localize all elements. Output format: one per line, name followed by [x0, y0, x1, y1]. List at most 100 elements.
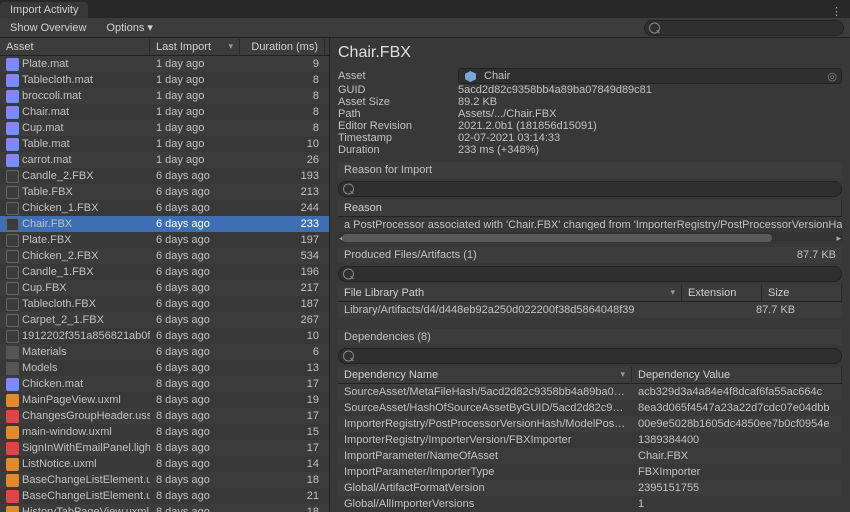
col-last-import[interactable]: Last Import: [150, 39, 240, 55]
dependency-row[interactable]: ImportParameter/NameOfAssetChair.FBX: [338, 448, 842, 464]
fbx-icon: [6, 298, 19, 311]
asset-row[interactable]: ListNotice.uxml8 days ago14: [0, 456, 329, 472]
asset-row[interactable]: Table.mat1 day ago10: [0, 136, 329, 152]
reason-col[interactable]: Reason: [338, 200, 842, 216]
asset-name: main-window.uxml: [22, 426, 112, 438]
show-overview-button[interactable]: Show Overview: [0, 19, 96, 37]
size-label: Asset Size: [338, 96, 458, 108]
dependency-row[interactable]: ImporterRegistry/ImporterVersion/FBXImpo…: [338, 432, 842, 448]
dependency-row[interactable]: ImporterRegistry/PostProcessorVersionHas…: [338, 416, 842, 432]
mat-icon: [6, 378, 19, 391]
asset-row[interactable]: MainPageView.uxml8 days ago19: [0, 392, 329, 408]
reason-search-input[interactable]: [338, 181, 842, 197]
dep-name: ImporterRegistry/PostProcessorVersionHas…: [338, 418, 632, 430]
produced-col-path[interactable]: File Library Path: [338, 285, 682, 301]
asset-row[interactable]: main-window.uxml8 days ago15: [0, 424, 329, 440]
asset-row[interactable]: Cup.FBX6 days ago217: [0, 280, 329, 296]
dependency-row[interactable]: Global/ArtifactFormatVersion2395151755: [338, 480, 842, 496]
dur-label: Duration: [338, 144, 458, 156]
uxml-icon: [6, 426, 19, 439]
reason-hscroll[interactable]: ◂▸: [338, 232, 842, 241]
deps-header: Dependencies (8): [338, 329, 842, 345]
dependency-row[interactable]: Global/AllImporterVersions1: [338, 496, 842, 512]
asset-row[interactable]: carrot.mat1 day ago26: [0, 152, 329, 168]
dependency-row[interactable]: ImportParameter/ImporterTypeFBXImporter: [338, 464, 842, 480]
fbx-icon: [6, 186, 19, 199]
asset-row[interactable]: 1912202f351a856821ab0fec586 days ago10: [0, 328, 329, 344]
asset-row[interactable]: Table.FBX6 days ago213: [0, 184, 329, 200]
asset-row[interactable]: Plate.mat1 day ago9: [0, 56, 329, 72]
produced-col-size[interactable]: Size: [762, 285, 842, 301]
reason-search[interactable]: [338, 181, 842, 197]
reason-text[interactable]: a PostProcessor associated with 'Chair.F…: [338, 217, 842, 230]
asset-name: ChangesGroupHeader.uss: [22, 410, 150, 422]
asset-last: 6 days ago: [150, 250, 240, 262]
dependency-row[interactable]: SourceAsset/HashOfSourceAssetByGUID/5acd…: [338, 400, 842, 416]
asset-row[interactable]: Candle_1.FBX6 days ago196: [0, 264, 329, 280]
dep-value: 1: [632, 498, 842, 510]
tab-import-activity[interactable]: Import Activity: [0, 2, 88, 18]
asset-row[interactable]: Plate.FBX6 days ago197: [0, 232, 329, 248]
mat-icon: [6, 122, 19, 135]
uxml-icon: [6, 458, 19, 471]
asset-row[interactable]: Materials6 days ago6: [0, 344, 329, 360]
window-menu-icon[interactable]: ⋮: [823, 5, 850, 18]
asset-dur: 193: [240, 170, 325, 182]
asset-last: 1 day ago: [150, 138, 240, 150]
deps-search[interactable]: [338, 348, 842, 364]
produced-search[interactable]: [338, 266, 842, 282]
asset-row[interactable]: Chicken_2.FBX6 days ago534: [0, 248, 329, 264]
asset-row[interactable]: Carpet_2_1.FBX6 days ago267: [0, 312, 329, 328]
fbx-icon: [6, 250, 19, 263]
ts-label: Timestamp: [338, 132, 458, 144]
hscroll-thumb[interactable]: [342, 234, 772, 242]
asset-object-field[interactable]: Chair: [458, 68, 842, 84]
dependency-row[interactable]: SourceAsset/MetaFileHash/5acd2d82c9358bb…: [338, 384, 842, 400]
produced-row[interactable]: Library/Artifacts/d4/d448eb92a250d022200…: [338, 302, 842, 318]
produced-search-input[interactable]: [338, 266, 842, 282]
asset-name: Plate.mat: [22, 58, 68, 70]
asset-row[interactable]: Chair.mat1 day ago8: [0, 104, 329, 120]
asset-row[interactable]: HistoryTabPageView.uxml8 days ago18: [0, 504, 329, 512]
asset-row[interactable]: Chicken.mat8 days ago17: [0, 376, 329, 392]
mat-icon: [6, 154, 19, 167]
asset-row[interactable]: Tablecloth.mat1 day ago8: [0, 72, 329, 88]
asset-row[interactable]: Tablecloth.FBX6 days ago187: [0, 296, 329, 312]
asset-row[interactable]: Cup.mat1 day ago8: [0, 120, 329, 136]
asset-dur: 15: [240, 426, 325, 438]
asset-dur: 13: [240, 362, 325, 374]
asset-row[interactable]: BaseChangeListElement.uss8 days ago21: [0, 488, 329, 504]
reason-header: Reason for Import: [338, 162, 842, 178]
detail-title: Chair.FBX: [338, 44, 842, 62]
guid-value: 5acd2d82c9358bb4a89ba07849d89c81: [458, 84, 842, 96]
asset-row[interactable]: BaseChangeListElement.uxml8 days ago18: [0, 472, 329, 488]
asset-row[interactable]: broccoli.mat1 day ago8: [0, 88, 329, 104]
asset-list-body[interactable]: Plate.mat1 day ago9Tablecloth.mat1 day a…: [0, 56, 329, 512]
asset-row[interactable]: Models6 days ago13: [0, 360, 329, 376]
asset-name: Tablecloth.mat: [22, 74, 93, 86]
toolbar-search[interactable]: [644, 20, 844, 36]
asset-dur: 10: [240, 138, 325, 150]
deps-search-input[interactable]: [338, 348, 842, 364]
col-asset[interactable]: Asset: [0, 39, 150, 55]
toolbar-search-input[interactable]: [644, 20, 844, 36]
deps-col-name[interactable]: Dependency Name: [338, 367, 632, 383]
asset-row[interactable]: SignInWithEmailPanel.light.uss8 days ago…: [0, 440, 329, 456]
asset-last: 1 day ago: [150, 58, 240, 70]
fbx-icon: [6, 282, 19, 295]
asset-name: Materials: [22, 346, 67, 358]
produced-body: Library/Artifacts/d4/d448eb92a250d022200…: [338, 302, 842, 318]
options-dropdown[interactable]: Options ▾: [96, 18, 163, 37]
deps-col-value[interactable]: Dependency Value: [632, 367, 842, 383]
asset-last: 6 days ago: [150, 170, 240, 182]
asset-row[interactable]: Candle_2.FBX6 days ago193: [0, 168, 329, 184]
col-duration[interactable]: Duration (ms): [240, 39, 325, 55]
asset-name: Chicken_1.FBX: [22, 202, 98, 214]
asset-last: 6 days ago: [150, 298, 240, 310]
asset-dur: 10: [240, 330, 325, 342]
asset-row[interactable]: Chicken_1.FBX6 days ago244: [0, 200, 329, 216]
asset-row[interactable]: Chair.FBX6 days ago233: [0, 216, 329, 232]
produced-col-ext[interactable]: Extension: [682, 285, 762, 301]
asset-row[interactable]: ChangesGroupHeader.uss8 days ago17: [0, 408, 329, 424]
asset-dur: 17: [240, 442, 325, 454]
